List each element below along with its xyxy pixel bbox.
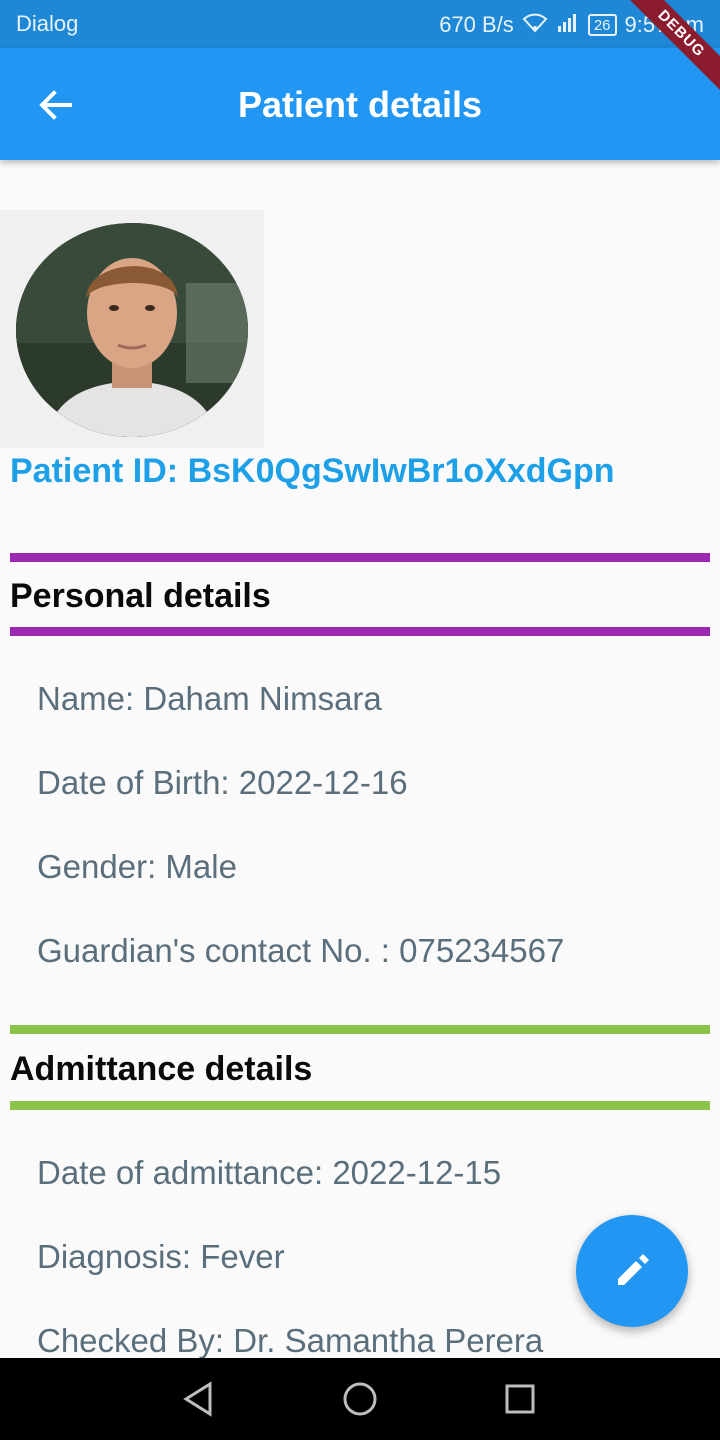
patient-name: Name: Daham Nimsara xyxy=(37,680,382,717)
back-triangle-icon[interactable] xyxy=(178,1378,220,1420)
network-speed: 670 B/s xyxy=(439,12,514,37)
avatar xyxy=(16,223,248,437)
carrier-name: Dialog xyxy=(16,11,79,36)
gender: Gender: Male xyxy=(37,848,237,885)
section-divider xyxy=(10,1101,710,1110)
signal-icon xyxy=(556,12,580,38)
edit-button[interactable] xyxy=(576,1215,688,1327)
edit-icon xyxy=(612,1249,652,1294)
battery-level: 26 xyxy=(593,16,611,34)
section-divider xyxy=(10,553,710,562)
system-nav-bar xyxy=(0,1358,720,1440)
avatar-container xyxy=(0,210,264,448)
date-of-birth: Date of Birth: 2022-12-16 xyxy=(37,764,408,801)
checked-by: Checked By: Dr. Samantha Perera xyxy=(37,1322,544,1359)
battery-icon: 26 xyxy=(587,14,617,36)
wifi-icon xyxy=(522,11,548,39)
recents-square-icon[interactable] xyxy=(499,1378,541,1420)
guardian-contact: Guardian's contact No. : 075234567 xyxy=(37,932,565,969)
section-divider xyxy=(10,627,710,636)
app-bar: Patient details xyxy=(0,48,720,160)
date-of-admittance: Date of admittance: 2022-12-15 xyxy=(37,1154,502,1191)
diagnosis: Diagnosis: Fever xyxy=(37,1238,285,1275)
home-circle-icon[interactable] xyxy=(339,1378,381,1420)
personal-details-heading: Personal details xyxy=(10,577,271,615)
section-divider xyxy=(10,1025,710,1034)
page-title: Patient details xyxy=(237,84,483,125)
admittance-details-heading: Admittance details xyxy=(10,1050,313,1088)
status-bar: Dialog 670 B/s 26 9:57 am xyxy=(0,0,720,48)
patient-id: Patient ID: BsK0QgSwIwBr1oXxdGpn xyxy=(10,452,615,490)
